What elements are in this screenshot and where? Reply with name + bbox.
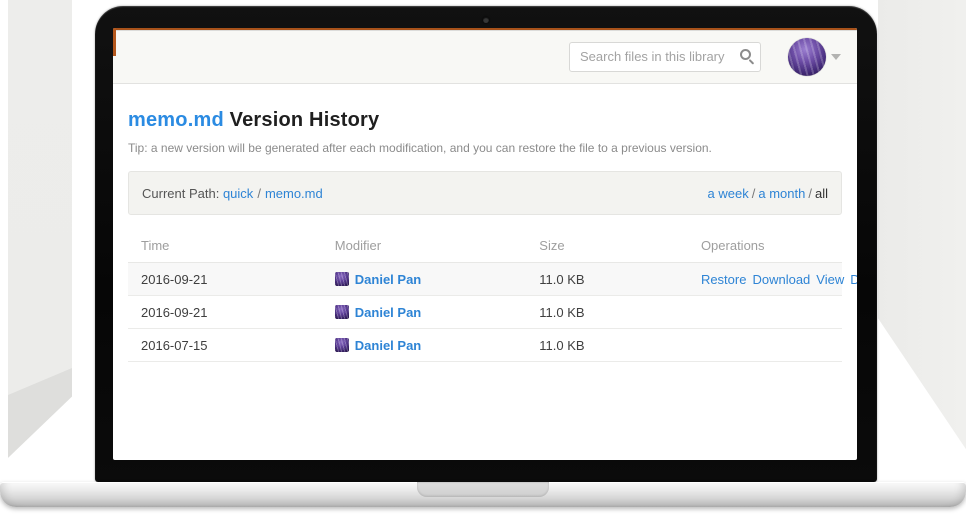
version-size: 11.0 KB: [526, 296, 688, 329]
laptop-base: [0, 482, 966, 507]
modifier-link[interactable]: Daniel Pan: [355, 305, 421, 320]
search-icon[interactable]: [740, 49, 751, 60]
breadcrumb-folder-link[interactable]: quick: [223, 186, 253, 201]
breadcrumb-file-link[interactable]: memo.md: [265, 186, 323, 201]
search-input[interactable]: [570, 43, 760, 71]
filter-separator: /: [752, 186, 756, 201]
table-row[interactable]: 2016-09-21 Daniel Pan 11.0 KB: [128, 296, 842, 329]
column-header-size: Size: [526, 229, 688, 263]
column-header-operations: Operations: [688, 229, 842, 263]
webcam-dot: [483, 17, 489, 23]
operations-cell: RestoreDownloadViewDiff: [688, 263, 842, 296]
version-size: 11.0 KB: [526, 263, 688, 296]
main-content: memo.md Version History Tip: a new versi…: [113, 109, 857, 362]
page-title-text: Version History: [230, 109, 380, 131]
laptop-screen: memo.md Version History Tip: a new versi…: [113, 28, 857, 460]
current-path-bar: Current Path: quick/memo.md a week/a mon…: [128, 171, 842, 215]
chevron-down-icon[interactable]: [831, 54, 841, 60]
search-box[interactable]: [569, 42, 761, 72]
filter-separator: /: [808, 186, 812, 201]
version-history-table: Time Modifier Size Operations 2016-09-21…: [128, 229, 842, 362]
history-range-filters: a week/a month/all: [708, 186, 828, 201]
backdrop-left: [8, 0, 72, 472]
modifier-link[interactable]: Daniel Pan: [355, 272, 421, 287]
modifier-avatar: [335, 305, 349, 319]
download-link[interactable]: Download: [752, 272, 810, 287]
view-link[interactable]: View: [816, 272, 844, 287]
modifier-avatar: [335, 272, 349, 286]
tip-text: Tip: a new version will be generated aft…: [128, 141, 842, 155]
backdrop-right: [878, 0, 966, 468]
table-row[interactable]: 2016-09-21 Daniel Pan 11.0 KB Restore Dow…: [128, 263, 842, 296]
modifier-avatar: [335, 338, 349, 352]
topbar: [113, 28, 857, 84]
breadcrumb-separator: /: [257, 186, 261, 201]
modifier-link[interactable]: Daniel Pan: [355, 338, 421, 353]
accent-edge: [113, 28, 116, 56]
diff-link[interactable]: Diff: [850, 272, 857, 287]
column-header-time: Time: [128, 229, 322, 263]
breadcrumb: Current Path: quick / memo.md: [142, 186, 323, 201]
page-title: memo.md Version History: [128, 109, 842, 132]
breadcrumb-label: Current Path:: [142, 186, 219, 201]
avatar[interactable]: [788, 38, 826, 76]
file-name-link[interactable]: memo.md: [128, 109, 224, 131]
column-header-modifier: Modifier: [322, 229, 527, 263]
table-header-row: Time Modifier Size Operations: [128, 229, 842, 263]
operations-cell: [688, 296, 842, 329]
filter-all-current[interactable]: all: [815, 186, 828, 201]
filter-a-week[interactable]: a week: [708, 186, 749, 201]
restore-link[interactable]: Restore: [701, 272, 747, 287]
laptop-base-notch: [417, 482, 549, 497]
laptop-lid: memo.md Version History Tip: a new versi…: [95, 6, 877, 482]
filter-a-month[interactable]: a month: [758, 186, 805, 201]
version-time: 2016-09-21: [128, 263, 322, 296]
version-size: 11.0 KB: [526, 329, 688, 362]
version-time: 2016-09-21: [128, 296, 322, 329]
version-time: 2016-07-15: [128, 329, 322, 362]
table-row[interactable]: 2016-07-15 Daniel Pan 11.0 KB: [128, 329, 842, 362]
operations-cell: [688, 329, 842, 362]
